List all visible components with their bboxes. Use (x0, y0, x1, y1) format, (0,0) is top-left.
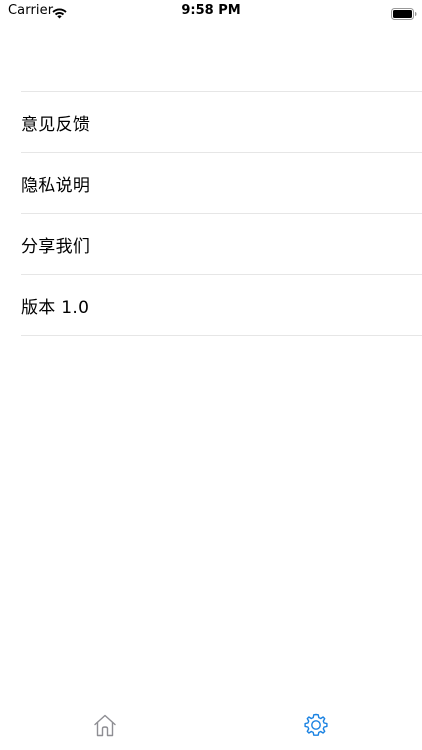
tab-bar (0, 701, 422, 750)
home-icon (92, 712, 118, 738)
menu-item-label: 隐私说明 (21, 175, 91, 196)
status-bar: Carrier 9:58 PM (0, 0, 422, 24)
menu-item-version[interactable]: 版本 1.0 (21, 275, 422, 336)
menu-item-label: 版本 1.0 (21, 297, 90, 318)
menu-item-label: 分享我们 (21, 236, 91, 257)
menu-item-feedback[interactable]: 意见反馈 (21, 92, 422, 153)
tab-settings[interactable] (303, 712, 329, 738)
battery-full-icon (391, 5, 417, 20)
menu-item-label: 意见反馈 (21, 114, 91, 135)
gear-icon (303, 712, 329, 738)
tab-home[interactable] (92, 712, 118, 738)
settings-menu: 意见反馈 隐私说明 分享我们 版本 1.0 (21, 91, 422, 336)
menu-item-share[interactable]: 分享我们 (21, 214, 422, 275)
status-time: 9:58 PM (181, 3, 241, 18)
menu-item-privacy[interactable]: 隐私说明 (21, 153, 422, 214)
